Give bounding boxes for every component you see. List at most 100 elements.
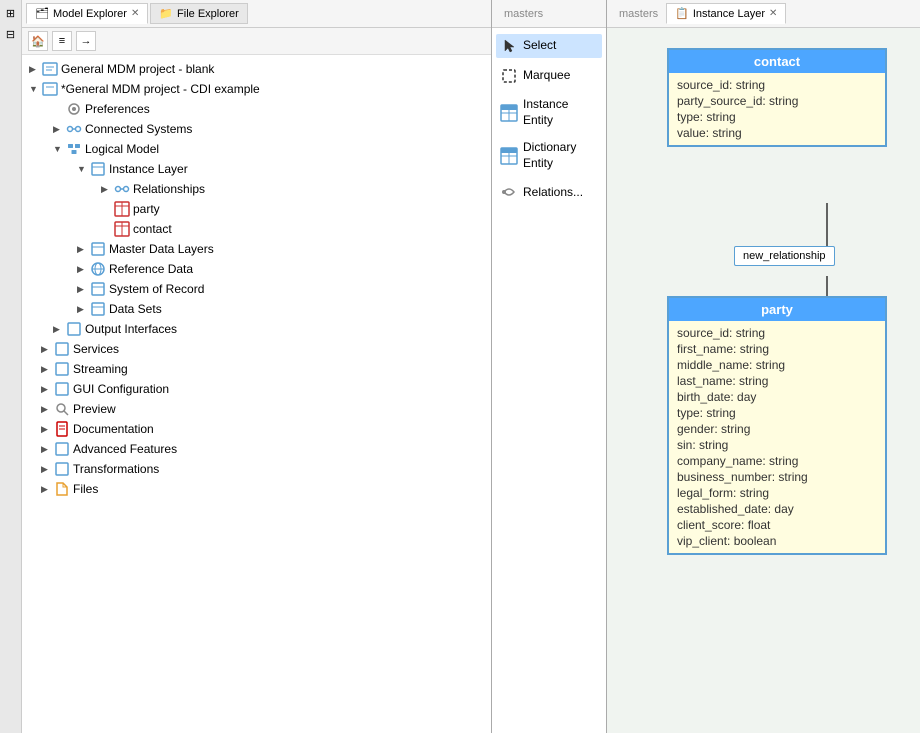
palette-icon-marquee [500,67,518,85]
tab-model-explorer[interactable]: 🗂 Model Explorer ✕ [26,3,148,24]
tree-label-services: Services [73,342,119,356]
tree-label-general-cdi: *General MDM project - CDI example [61,82,260,96]
party-field: first_name: string [677,341,877,357]
tree-arrow-system-of-record[interactable]: ▶ [77,284,87,295]
tree-item-advanced-features[interactable]: ▶Advanced Features [22,439,491,459]
tree-arrow-output-interfaces[interactable]: ▶ [53,324,63,335]
tree-label-reference-data: Reference Data [109,262,193,276]
tree-item-party[interactable]: party [22,199,491,219]
tree-arrow-data-sets[interactable]: ▶ [77,304,87,315]
left-toolbar: 🏠 ≡ → [22,28,491,55]
model-explorer-close[interactable]: ✕ [131,8,139,19]
tree-arrow-connected-systems[interactable]: ▶ [53,124,63,135]
tree-icon-data-sets [90,301,106,317]
tree-icon-streaming [54,361,70,377]
tree-icon-system-of-record [90,281,106,297]
file-explorer-label: File Explorer [177,8,239,20]
tree-icon-files [54,481,70,497]
tree-item-data-sets[interactable]: ▶ Data Sets [22,299,491,319]
tree-item-preview[interactable]: ▶Preview [22,399,491,419]
tree-label-documentation: Documentation [73,422,154,436]
toolbar-btn-1[interactable]: 🏠 [28,31,48,51]
toolbar-btn-2[interactable]: ≡ [52,31,72,51]
right-panel: masters 📋 Instance Layer ✕ contact [607,0,920,733]
tree-arrow-general-blank[interactable]: ▶ [29,64,39,75]
tree-arrow-files[interactable]: ▶ [41,484,51,495]
tree-item-logical-model[interactable]: ▼ Logical Model [22,139,491,159]
tree-item-transformations[interactable]: ▶Transformations [22,459,491,479]
tree-icon-master-data-layers [90,241,106,257]
tree-item-master-data-layers[interactable]: ▶Master Data Layers [22,239,491,259]
side-icon-1[interactable]: ⊞ [2,4,20,22]
tree-arrow-gui-configuration[interactable]: ▶ [41,384,51,395]
instance-layer-tab-label: Instance Layer [693,8,765,20]
tree-arrow-preview[interactable]: ▶ [41,404,51,415]
diagram-canvas[interactable]: contact source_id: stringparty_source_id… [607,28,920,733]
file-explorer-icon: 📁 [159,7,173,20]
palette-item-instance-entity[interactable]: Instance Entity [496,94,602,131]
tree-icon-advanced-features [54,441,70,457]
palette-items: Select Marquee Instance Entity Dictionary E… [492,28,606,210]
tree-label-general-blank: General MDM project - blank [61,62,214,76]
tree-item-services[interactable]: ▶ Services [22,339,491,359]
tree-item-instance-layer[interactable]: ▼ Instance Layer [22,159,491,179]
tree-arrow-logical-model[interactable]: ▼ [53,144,63,154]
tab-file-explorer[interactable]: 📁 File Explorer [150,3,247,24]
model-explorer-icon: 🗂 [35,7,49,20]
tree-item-reference-data[interactable]: ▶ Reference Data [22,259,491,279]
palette-tab-bar: masters [492,0,606,28]
palette-item-dictionary-entity[interactable]: Dictionary Entity [496,137,602,174]
palette-icon-dictionary-entity [500,147,518,165]
relationship-box[interactable]: new_relationship [734,246,835,266]
tab-masters[interactable]: masters [611,5,666,23]
tree-item-gui-configuration[interactable]: ▶ GUI Configuration [22,379,491,399]
tree-item-general-blank[interactable]: ▶ General MDM project - blank [22,59,491,79]
party-field: company_name: string [677,453,877,469]
tree-item-relationships[interactable]: ▶Relationships [22,179,491,199]
tree-label-contact: contact [133,222,172,236]
tree-arrow-services[interactable]: ▶ [41,344,51,355]
tree-arrow-streaming[interactable]: ▶ [41,364,51,375]
tree-item-connected-systems[interactable]: ▶Connected Systems [22,119,491,139]
tree-arrow-general-cdi[interactable]: ▼ [29,84,39,94]
party-field: type: string [677,405,877,421]
contact-entity-body: source_id: stringparty_source_id: string… [669,73,885,145]
palette-icon-select [500,37,518,55]
tree-item-streaming[interactable]: ▶Streaming [22,359,491,379]
tree-label-gui-configuration: GUI Configuration [73,382,169,396]
toolbar-btn-3[interactable]: → [76,31,96,51]
party-entity[interactable]: party source_id: stringfirst_name: strin… [667,296,887,555]
tree-label-preferences: Preferences [85,102,150,116]
tree-arrow-transformations[interactable]: ▶ [41,464,51,475]
party-field: established_date: day [677,501,877,517]
masters-tab[interactable]: masters [496,5,551,23]
tree-item-documentation[interactable]: ▶ Documentation [22,419,491,439]
tree-item-general-cdi[interactable]: ▼ *General MDM project - CDI example [22,79,491,99]
contact-field: source_id: string [677,77,877,93]
palette-item-select[interactable]: Select [496,34,602,58]
instance-layer-tab-close[interactable]: ✕ [769,8,777,19]
tree-arrow-reference-data[interactable]: ▶ [77,264,87,275]
tree-item-contact[interactable]: contact [22,219,491,239]
tab-instance-layer[interactable]: 📋 Instance Layer ✕ [666,3,786,24]
side-icon-2[interactable]: ⊟ [2,25,20,43]
tree-arrow-advanced-features[interactable]: ▶ [41,444,51,455]
tree-item-system-of-record[interactable]: ▶System of Record [22,279,491,299]
tree-arrow-relationships[interactable]: ▶ [101,184,111,195]
tree-label-logical-model: Logical Model [85,142,159,156]
tree-label-data-sets: Data Sets [109,302,162,316]
left-panel: 🗂 Model Explorer ✕ 📁 File Explorer 🏠 ≡ →… [22,0,492,733]
tree-icon-preview [54,401,70,417]
tree-arrow-instance-layer[interactable]: ▼ [77,164,87,174]
palette-item-relationship[interactable]: Relations... [496,180,602,204]
tree-arrow-documentation[interactable]: ▶ [41,424,51,435]
tree-arrow-master-data-layers[interactable]: ▶ [77,244,87,255]
palette-item-marquee[interactable]: Marquee [496,64,602,88]
contact-entity[interactable]: contact source_id: stringparty_source_id… [667,48,887,147]
tree-item-output-interfaces[interactable]: ▶Output Interfaces [22,319,491,339]
tree-label-instance-layer: Instance Layer [109,162,188,176]
tree-item-preferences[interactable]: Preferences [22,99,491,119]
tree-item-files[interactable]: ▶Files [22,479,491,499]
party-field: middle_name: string [677,357,877,373]
instance-layer-tab-icon: 📋 [675,7,689,20]
